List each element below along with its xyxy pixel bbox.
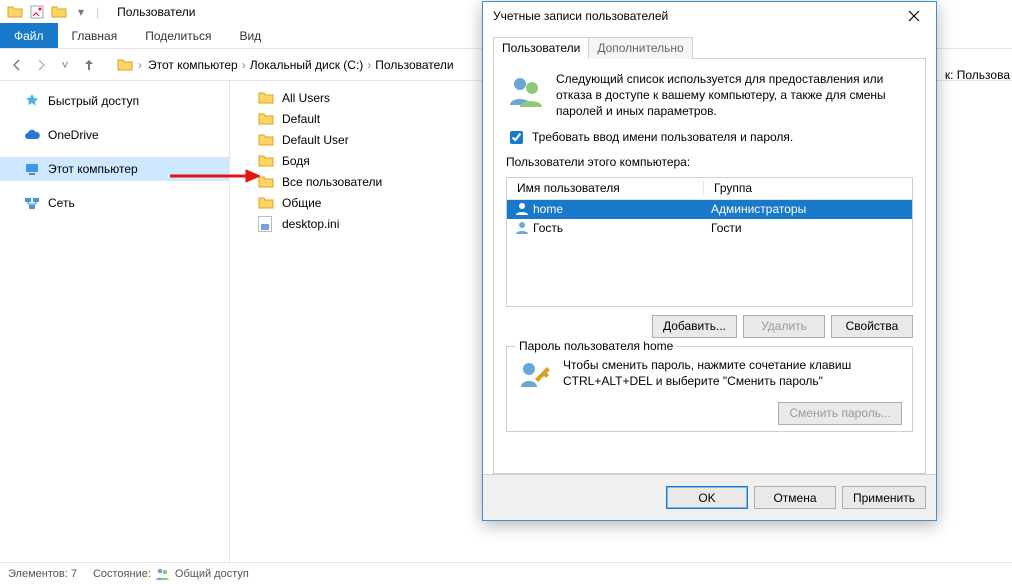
remove-button: Удалить <box>743 315 825 338</box>
tab-users[interactable]: Пользователи <box>493 37 589 59</box>
file-name: All Users <box>282 91 330 105</box>
file-name: Default <box>282 112 320 126</box>
list-row[interactable]: Гость Гости <box>507 219 912 238</box>
sidebar-item-label: Сеть <box>48 196 75 210</box>
users-list-label: Пользователи этого компьютера: <box>506 155 913 169</box>
require-credentials-input[interactable] <box>510 131 523 144</box>
users-listview[interactable]: Имя пользователя Группа home Администрат… <box>506 177 913 307</box>
password-legend: Пароль пользователя home <box>515 339 677 353</box>
bc-seg-users[interactable]: Пользователи <box>371 58 457 72</box>
ribbon-tab-share[interactable]: Поделиться <box>131 23 225 48</box>
tab-users-panel: Следующий список используется для предос… <box>493 59 926 474</box>
add-button[interactable]: Добавить... <box>652 315 737 338</box>
user-icon <box>515 221 529 235</box>
col-username[interactable]: Имя пользователя <box>507 181 703 195</box>
status-state-label: Состояние: <box>93 568 151 580</box>
bc-sep: › <box>138 58 142 72</box>
cell-username: home <box>533 202 563 216</box>
bc-seg-pc[interactable]: Этот компьютер <box>144 58 242 72</box>
file-name: Общие <box>282 196 321 210</box>
up-button[interactable] <box>78 54 100 76</box>
file-name: desktop.ini <box>282 217 339 231</box>
window-title: Пользователи <box>117 5 195 19</box>
qat-dropdown-icon[interactable]: ▾ <box>73 4 89 20</box>
back-button[interactable] <box>6 54 28 76</box>
search-fragment: к: Пользова <box>945 68 1010 82</box>
qat-newfolder-icon[interactable] <box>51 4 67 20</box>
user-accounts-dialog: Учетные записи пользователей Пользовател… <box>482 1 937 521</box>
sidebar-item-label: Этот компьютер <box>48 162 138 176</box>
status-count: Элементов: 7 <box>8 568 77 580</box>
users-icon <box>506 71 546 111</box>
sidebar-item-thispc[interactable]: Этот компьютер <box>0 157 229 181</box>
folder-icon <box>258 153 274 169</box>
network-icon <box>24 195 40 211</box>
require-credentials-label: Требовать ввод имени пользователя и паро… <box>532 130 793 144</box>
file-name: Все пользователи <box>282 175 382 189</box>
tab-advanced[interactable]: Дополнительно <box>588 37 692 59</box>
bc-seg-drive[interactable]: Локальный диск (C:) <box>246 58 368 72</box>
apply-button[interactable]: Применить <box>842 486 926 509</box>
sidebar-item-quick[interactable]: Быстрый доступ <box>0 89 229 113</box>
intro-text: Следующий список используется для предос… <box>556 71 913 120</box>
dialog-title: Учетные записи пользователей <box>493 9 668 23</box>
change-password-button: Сменить пароль... <box>778 402 902 425</box>
require-credentials-checkbox[interactable]: Требовать ввод имени пользователя и паро… <box>506 128 913 147</box>
cancel-button[interactable]: Отмена <box>754 486 836 509</box>
folder-icon <box>258 195 274 211</box>
cell-group: Гости <box>711 221 742 235</box>
status-share: Общий доступ <box>175 568 249 580</box>
listview-header: Имя пользователя Группа <box>507 178 912 200</box>
folder-icon <box>258 132 274 148</box>
ribbon-tab-file[interactable]: Файл <box>0 23 58 48</box>
nav-sidebar: Быстрый доступ OneDrive Этот компьютер С… <box>0 81 230 562</box>
close-button[interactable] <box>892 2 936 30</box>
list-row[interactable]: home Администраторы <box>507 200 912 219</box>
sidebar-item-label: OneDrive <box>48 128 99 142</box>
forward-button[interactable] <box>30 54 52 76</box>
ribbon-tab-home[interactable]: Главная <box>58 23 132 48</box>
sidebar-item-onedrive[interactable]: OneDrive <box>0 123 229 147</box>
dialog-body: Пользователи Дополнительно Следующий спи… <box>483 30 936 474</box>
qat-props-icon[interactable] <box>29 4 45 20</box>
dialog-titlebar: Учетные записи пользователей <box>483 2 936 30</box>
sidebar-item-label: Быстрый доступ <box>48 94 139 108</box>
qat-folder-icon <box>7 4 23 20</box>
properties-button[interactable]: Свойства <box>831 315 913 338</box>
password-text: Чтобы сменить пароль, нажмите сочетание … <box>563 357 902 396</box>
breadcrumb: Этот компьютер › Локальный диск (C:) › П… <box>144 58 458 72</box>
breadcrumb-root-icon[interactable] <box>117 57 133 73</box>
dialog-footer: OK Отмена Применить <box>483 474 936 520</box>
shared-icon <box>155 567 171 581</box>
recent-dropdown[interactable]: ˅ <box>54 54 76 76</box>
folder-icon <box>258 111 274 127</box>
star-icon <box>24 93 40 109</box>
ini-file-icon <box>258 216 274 232</box>
user-icon <box>515 202 529 216</box>
statusbar: Элементов: 7 Состояние: Общий доступ <box>0 562 1012 584</box>
sidebar-item-network[interactable]: Сеть <box>0 191 229 215</box>
folder-icon <box>258 90 274 106</box>
cloud-icon <box>24 127 40 143</box>
tabset: Пользователи Дополнительно <box>493 36 926 59</box>
ok-button[interactable]: OK <box>666 486 748 509</box>
file-name: Бодя <box>282 154 310 168</box>
pc-icon <box>24 161 40 177</box>
folder-icon <box>258 174 274 190</box>
cell-group: Администраторы <box>711 202 806 216</box>
file-name: Default User <box>282 133 349 147</box>
key-icon <box>517 357 553 396</box>
col-group[interactable]: Группа <box>703 181 912 195</box>
password-groupbox: Пароль пользователя home Чтобы сменить п… <box>506 346 913 432</box>
cell-username: Гость <box>533 221 563 235</box>
ribbon-tab-view[interactable]: Вид <box>225 23 275 48</box>
